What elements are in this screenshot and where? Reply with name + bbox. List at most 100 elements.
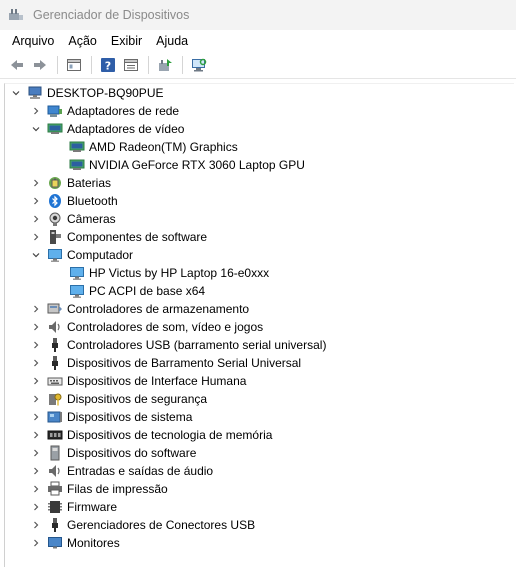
device-manager-icon <box>8 7 24 23</box>
computer-icon <box>47 247 63 263</box>
chevron-down-icon[interactable] <box>9 84 23 102</box>
usb-icon <box>47 517 63 533</box>
update-driver-icon[interactable] <box>154 54 176 76</box>
tree-item-label: Monitores <box>67 536 120 550</box>
chevron-right-icon[interactable] <box>29 192 43 210</box>
tree-category[interactable]: Controladores de som, vídeo e jogos <box>29 318 263 336</box>
tree-item-label: Dispositivos de segurança <box>67 392 208 406</box>
chevron-down-icon[interactable] <box>29 246 43 264</box>
tree-category[interactable]: Controladores de armazenamento <box>29 300 249 318</box>
chevron-right-icon[interactable] <box>29 390 43 408</box>
tree-item-label: Dispositivos de tecnologia de memória <box>67 428 273 442</box>
svg-text:?: ? <box>105 60 111 73</box>
chevron-right-icon[interactable] <box>29 300 43 318</box>
camera-icon <box>47 211 63 227</box>
speaker-icon <box>47 463 63 479</box>
chevron-right-icon[interactable] <box>29 408 43 426</box>
tree-category[interactable]: Entradas e saídas de áudio <box>29 462 213 480</box>
printer-icon <box>47 481 63 497</box>
tree-item-label: Dispositivos de Interface Humana <box>67 374 247 388</box>
chevron-right-icon[interactable] <box>29 174 43 192</box>
computer-root-icon <box>27 85 43 101</box>
menu-exibir[interactable]: Exibir <box>104 31 149 51</box>
tree-item-label: Adaptadores de vídeo <box>67 122 185 136</box>
tree-category[interactable]: Dispositivos do software <box>29 444 196 462</box>
tree-category[interactable]: Dispositivos de segurança <box>29 390 207 408</box>
chevron-right-icon[interactable] <box>29 480 43 498</box>
tree-category[interactable]: Firmware <box>29 498 117 516</box>
software-component-icon <box>47 229 63 245</box>
chevron-right-icon[interactable] <box>29 498 43 516</box>
tree-device[interactable]: AMD Radeon(TM) Graphics <box>51 138 238 156</box>
tree-item-label: Baterias <box>67 176 112 190</box>
speaker-icon <box>47 319 63 335</box>
toolbar-separator <box>148 56 149 74</box>
tree-category[interactable]: Dispositivos de tecnologia de memória <box>29 426 272 444</box>
display-adapter-icon <box>69 157 85 173</box>
window-title: Gerenciador de Dispositivos <box>33 8 190 22</box>
network-adapter-icon <box>47 103 63 119</box>
chevron-right-icon[interactable] <box>29 426 43 444</box>
tree-item-label: Gerenciadores de Conectores USB <box>67 518 256 532</box>
scan-hardware-icon[interactable] <box>188 54 210 76</box>
help-icon[interactable]: ? <box>97 54 119 76</box>
tree-category[interactable]: Monitores <box>29 534 120 552</box>
toolbar-separator <box>57 56 58 74</box>
tree-category[interactable]: Filas de impressão <box>29 480 168 498</box>
tree-category[interactable]: Gerenciadores de Conectores USB <box>29 516 255 534</box>
bluetooth-icon <box>47 193 63 209</box>
tree-device[interactable]: PC ACPI de base x64 <box>51 282 205 300</box>
tree-category[interactable]: Controladores USB (barramento serial uni… <box>29 336 326 354</box>
menu-ajuda[interactable]: Ajuda <box>149 31 195 51</box>
chevron-down-icon[interactable] <box>29 120 43 138</box>
chevron-right-icon[interactable] <box>29 534 43 552</box>
tree-category[interactable]: Adaptadores de vídeo <box>29 120 184 138</box>
software-device-icon <box>47 445 63 461</box>
chevron-right-icon[interactable] <box>29 516 43 534</box>
display-adapter-icon <box>47 121 63 137</box>
chevron-right-icon[interactable] <box>29 354 43 372</box>
chevron-right-icon[interactable] <box>29 462 43 480</box>
tree-category[interactable]: Bluetooth <box>29 192 118 210</box>
tree-device[interactable]: HP Victus by HP Laptop 16-e0xxx <box>51 264 269 282</box>
menu-arquivo[interactable]: Arquivo <box>5 31 61 51</box>
forward-icon[interactable] <box>29 54 51 76</box>
chevron-right-icon[interactable] <box>29 318 43 336</box>
tree-root[interactable]: DESKTOP-BQ90PUE <box>9 84 163 102</box>
tree-category[interactable]: Computador <box>29 246 133 264</box>
view-icon[interactable] <box>120 54 142 76</box>
tree-root-label: DESKTOP-BQ90PUE <box>47 86 164 100</box>
properties-icon[interactable] <box>63 54 85 76</box>
tree-category[interactable]: Dispositivos de Barramento Serial Univer… <box>29 354 301 372</box>
tree-category[interactable]: Câmeras <box>29 210 116 228</box>
tree-item-label: Câmeras <box>67 212 116 226</box>
tree-device[interactable]: NVIDIA GeForce RTX 3060 Laptop GPU <box>51 156 305 174</box>
tree-item-label: Controladores USB (barramento serial uni… <box>67 338 327 352</box>
tree-item-label: AMD Radeon(TM) Graphics <box>89 140 238 154</box>
chevron-right-icon[interactable] <box>29 372 43 390</box>
monitor-icon <box>47 535 63 551</box>
menu-bar: Arquivo Ação Exibir Ajuda <box>0 30 516 52</box>
chevron-right-icon[interactable] <box>29 444 43 462</box>
chevron-right-icon[interactable] <box>29 210 43 228</box>
tree-category[interactable]: Adaptadores de rede <box>29 102 179 120</box>
back-icon[interactable] <box>6 54 28 76</box>
tree-category[interactable]: Dispositivos de Interface Humana <box>29 372 246 390</box>
computer-icon <box>69 283 85 299</box>
usb-icon <box>47 355 63 371</box>
tree-category[interactable]: Dispositivos de sistema <box>29 408 192 426</box>
security-key-icon <box>47 391 63 407</box>
chevron-right-icon[interactable] <box>29 228 43 246</box>
menu-acao[interactable]: Ação <box>61 31 104 51</box>
chevron-right-icon[interactable] <box>29 336 43 354</box>
device-tree[interactable]: DESKTOP-BQ90PUE Adaptadores de rede Adapt… <box>4 83 514 567</box>
tree-item-label: Controladores de som, vídeo e jogos <box>67 320 264 334</box>
chevron-right-icon[interactable] <box>29 102 43 120</box>
tree-item-label: Componentes de software <box>67 230 208 244</box>
tree-category[interactable]: Baterias <box>29 174 111 192</box>
tree-item-label: NVIDIA GeForce RTX 3060 Laptop GPU <box>89 158 305 172</box>
toolbar: ? <box>0 52 516 79</box>
tree-category[interactable]: Componentes de software <box>29 228 207 246</box>
